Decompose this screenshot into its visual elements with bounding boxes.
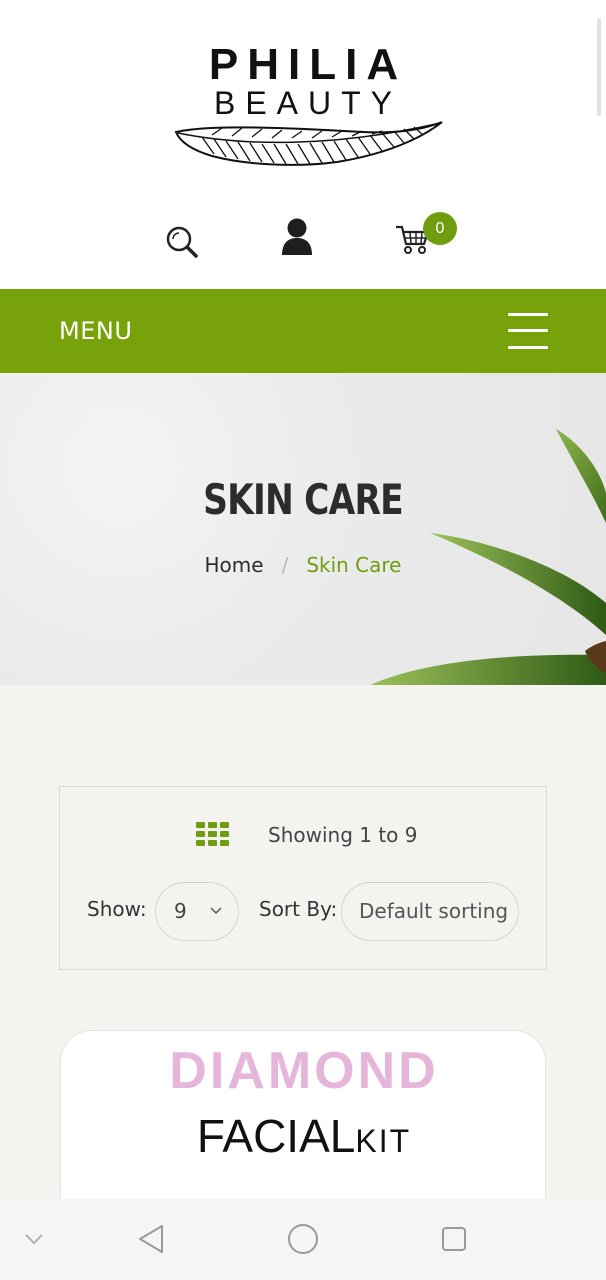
scroll-indicator[interactable] bbox=[597, 18, 601, 116]
hamburger-line bbox=[508, 313, 548, 316]
sort-select[interactable]: Default sorting bbox=[341, 882, 519, 941]
account-button[interactable] bbox=[280, 217, 314, 257]
logo-word-beauty: BEAUTY bbox=[213, 85, 403, 121]
page-banner: SKIN CARE Home / Skin Care bbox=[0, 373, 606, 685]
grid-cell bbox=[220, 840, 229, 846]
product-image-text-kit: KIT bbox=[355, 1123, 412, 1159]
per-page-value: 9 bbox=[174, 899, 187, 923]
grid-cell bbox=[196, 822, 205, 828]
breadcrumb-current: Skin Care bbox=[306, 553, 402, 577]
hamburger-line bbox=[508, 346, 548, 349]
grid-cell bbox=[208, 822, 217, 828]
grid-cell bbox=[220, 831, 229, 837]
result-count: Showing 1 to 9 bbox=[268, 823, 418, 847]
product-image-text-diamond: DIAMOND bbox=[169, 1042, 439, 1100]
menu-bar: MENU bbox=[0, 289, 606, 373]
leaf-decoration-icon bbox=[370, 429, 606, 685]
sort-value: Default sorting bbox=[359, 899, 509, 923]
breadcrumb: Home / Skin Care bbox=[0, 553, 606, 577]
page-title: SKIN CARE bbox=[203, 475, 404, 524]
product-image-text-facial: FACIAL bbox=[196, 1110, 356, 1162]
breadcrumb-separator: / bbox=[281, 553, 289, 577]
grid-cell bbox=[208, 831, 217, 837]
system-navigation-bar bbox=[0, 1199, 606, 1280]
grid-cell bbox=[196, 831, 205, 837]
site-header: PHILIA BEAUTY 0 bbox=[0, 0, 606, 289]
recents-icon[interactable] bbox=[441, 1226, 467, 1252]
cart-count-badge: 0 bbox=[423, 212, 457, 245]
logo-word-philia: PHILIA bbox=[208, 40, 408, 89]
hamburger-menu-button[interactable] bbox=[508, 313, 548, 349]
search-icon bbox=[166, 226, 198, 258]
product-image-text-facial-kit: FACIALKIT bbox=[61, 1109, 545, 1163]
grid-cell bbox=[196, 840, 205, 846]
home-icon[interactable] bbox=[287, 1223, 319, 1255]
grid-cell bbox=[208, 840, 217, 846]
search-button[interactable] bbox=[165, 225, 199, 259]
collapse-icon[interactable] bbox=[24, 1233, 44, 1245]
hamburger-line bbox=[508, 329, 548, 332]
grid-view-icon[interactable] bbox=[196, 822, 229, 846]
menu-label[interactable]: MENU bbox=[59, 317, 132, 345]
breadcrumb-home-link[interactable]: Home bbox=[205, 553, 264, 577]
brand-logo[interactable]: PHILIA BEAUTY bbox=[166, 42, 450, 172]
grid-cell bbox=[220, 822, 229, 828]
feather-logo-icon bbox=[174, 121, 443, 166]
account-icon bbox=[282, 218, 312, 255]
back-icon[interactable] bbox=[136, 1223, 166, 1255]
shop-toolbar: Showing 1 to 9 Show: 9 Sort By: Default … bbox=[59, 786, 547, 970]
sort-label: Sort By: bbox=[259, 897, 338, 921]
chevron-down-icon bbox=[210, 907, 222, 915]
show-label: Show: bbox=[87, 897, 147, 921]
per-page-select[interactable]: 9 bbox=[155, 882, 239, 941]
